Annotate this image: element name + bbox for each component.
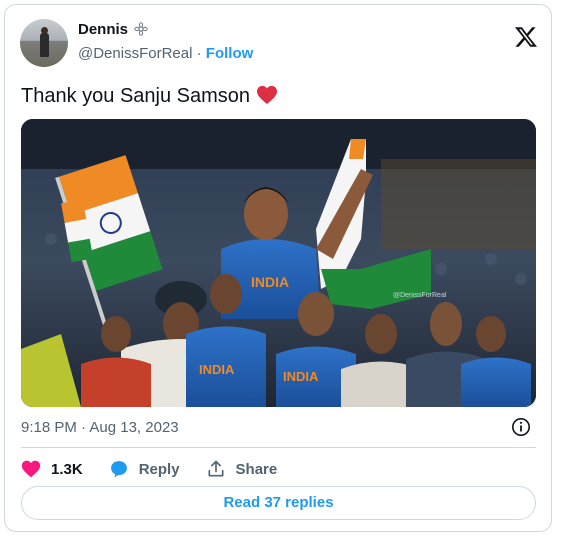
divider bbox=[21, 447, 536, 448]
author-info: Dennis @DenissForReal · Follow bbox=[78, 21, 253, 62]
tweet-text-content: Thank you Sanju Samson bbox=[21, 85, 251, 107]
heart-icon bbox=[21, 460, 41, 478]
share-label: Share bbox=[235, 460, 278, 478]
jersey-text-center: INDIA bbox=[283, 369, 319, 384]
share-icon bbox=[208, 460, 224, 477]
tweet-header: Dennis @DenissForReal · Follow bbox=[20, 19, 540, 71]
action-bar: 1.3K Reply Share bbox=[21, 457, 303, 481]
timestamp-separator: · bbox=[81, 419, 87, 436]
info-icon[interactable] bbox=[511, 417, 531, 437]
flower-badge-icon bbox=[134, 22, 149, 36]
speech-bubble-icon bbox=[110, 461, 127, 478]
photo-watermark: @DenissForReal bbox=[393, 292, 447, 299]
author-handle[interactable]: @DenissForReal bbox=[78, 45, 192, 62]
jersey-text-left: INDIA bbox=[199, 362, 235, 377]
like-count: 1.3K bbox=[51, 460, 83, 478]
reply-label: Reply bbox=[138, 460, 180, 478]
avatar[interactable] bbox=[20, 19, 68, 67]
tweet-photo[interactable]: INDIA INDIA INDIA @DenissForReal bbox=[21, 119, 536, 407]
tweet-time: 9:18 PM bbox=[21, 419, 77, 436]
tweet-card: Dennis @DenissForReal · Follow Thank you… bbox=[4, 4, 552, 532]
like-button[interactable]: 1.3K bbox=[21, 459, 83, 479]
tweet-date: Aug 13, 2023 bbox=[89, 419, 179, 436]
author-display-name[interactable]: Dennis bbox=[78, 21, 128, 38]
red-heart-icon bbox=[257, 85, 278, 105]
cricket-celebration-photo: INDIA INDIA INDIA @DenissForReal bbox=[21, 119, 536, 407]
follow-button[interactable]: Follow bbox=[206, 45, 254, 62]
handle-separator: · bbox=[196, 45, 202, 62]
tweet-timestamp[interactable]: 9:18 PM · Aug 13, 2023 bbox=[21, 419, 179, 436]
read-replies-button[interactable]: Read 37 replies bbox=[21, 486, 536, 520]
x-logo-icon[interactable] bbox=[514, 25, 538, 49]
reply-button[interactable]: Reply bbox=[109, 459, 180, 479]
tweet-text: Thank you Sanju Samson bbox=[21, 85, 278, 108]
jersey-text-main: INDIA bbox=[251, 274, 289, 290]
share-button[interactable]: Share bbox=[206, 459, 278, 479]
